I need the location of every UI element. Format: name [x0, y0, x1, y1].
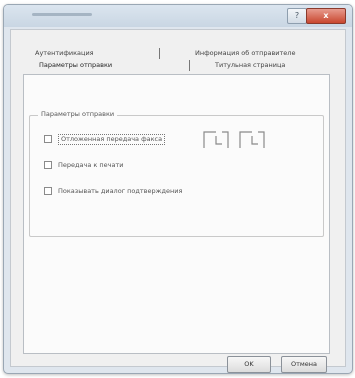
send-to-print-checkbox[interactable]: [44, 161, 52, 169]
tab-panel-send-settings: Параметры отправки Отложенная передача ф…: [23, 74, 330, 354]
dialog-client-area: Аутентификация Информация об отправителе…: [10, 29, 346, 373]
group-legend: Параметры отправки: [38, 110, 118, 118]
send-settings-group: Параметры отправки Отложенная передача ф…: [29, 110, 324, 237]
send-to-print-option[interactable]: Передача к печати: [44, 160, 123, 170]
time-field-hours[interactable]: [202, 130, 232, 150]
ok-button[interactable]: OK: [227, 356, 271, 373]
show-confirm-dialog-label: Показывать диалог подтверждения: [58, 187, 183, 195]
tab-cover-page[interactable]: Титульная страница: [215, 60, 285, 71]
dialog-window: ? x Аутентификация Информация об отправи…: [3, 4, 353, 374]
show-confirm-dialog-checkbox[interactable]: [44, 187, 52, 195]
title-bar: ? x: [4, 5, 352, 27]
delayed-fax-checkbox[interactable]: [44, 135, 52, 143]
window-title: [32, 13, 92, 16]
tab-authentication[interactable]: Аутентификация: [35, 48, 94, 59]
show-confirm-dialog-option[interactable]: Показывать диалог подтверждения: [44, 186, 182, 196]
send-to-print-label: Передача к печати: [58, 161, 124, 169]
tab-send-settings[interactable]: Параметры отправки: [39, 60, 112, 71]
tab-separator: [159, 48, 160, 59]
help-button[interactable]: ?: [287, 8, 307, 24]
tab-row-bottom: Параметры отправки Титульная страница: [17, 60, 339, 71]
delayed-fax-label: Отложенная передача факса: [58, 134, 166, 145]
tab-row-top: Аутентификация Информация об отправителе: [17, 48, 339, 59]
close-button[interactable]: x: [306, 8, 346, 24]
time-field-minutes[interactable]: [238, 130, 268, 150]
tab-separator: [189, 60, 190, 71]
tab-sender-info[interactable]: Информация об отправителе: [195, 48, 295, 59]
delayed-fax-option[interactable]: Отложенная передача факса: [44, 134, 166, 145]
cancel-button[interactable]: Отмена: [281, 356, 327, 373]
